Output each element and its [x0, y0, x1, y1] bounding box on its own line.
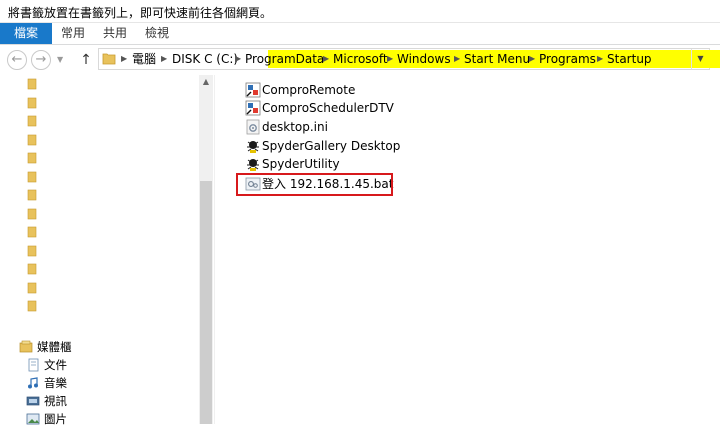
ribbon-tabs: 檔案 常用 共用 檢視: [0, 23, 720, 45]
breadcrumb-start-menu[interactable]: Start Menu: [464, 49, 530, 69]
up-arrow-icon[interactable]: ↑: [78, 51, 94, 69]
highlight-annotation-box: [236, 173, 393, 196]
breadcrumb-microsoft[interactable]: Microsoft: [333, 49, 388, 69]
spyder-shortcut-icon: [247, 141, 259, 153]
nav-item-music[interactable]: 音樂: [0, 374, 199, 392]
back-arrow-icon[interactable]: ←: [7, 50, 27, 70]
folder-icon[interactable]: [27, 245, 37, 257]
settings-file-icon: [246, 119, 260, 135]
file-name: SpyderGallery Desktop: [262, 139, 401, 153]
scrollbar-thumb[interactable]: [200, 181, 212, 424]
breadcrumb-startup[interactable]: Startup: [607, 49, 652, 69]
folder-icon: [102, 53, 116, 65]
folder-icon[interactable]: [27, 152, 37, 164]
spyder-shortcut-icon: [247, 159, 259, 171]
breadcrumb-windows[interactable]: Windows: [397, 49, 451, 69]
app-shortcut-icon: [245, 82, 261, 98]
breadcrumb-separator-icon[interactable]: ▶: [121, 49, 127, 69]
tab-home[interactable]: 常用: [52, 23, 94, 44]
documents-label: 文件: [44, 358, 67, 372]
breadcrumb-separator-icon[interactable]: ▶: [323, 49, 329, 69]
nav-item-videos[interactable]: 視訊: [0, 392, 199, 410]
folder-icon[interactable]: [27, 300, 37, 312]
breadcrumb-separator-icon[interactable]: ▶: [387, 49, 393, 69]
folder-icon[interactable]: [27, 115, 37, 127]
pictures-label: 圖片: [44, 412, 67, 426]
scroll-up-arrow-icon[interactable]: ▲: [199, 75, 213, 89]
videos-label: 視訊: [44, 394, 67, 408]
folder-icon[interactable]: [27, 78, 37, 90]
breadcrumb-separator-icon[interactable]: ▶: [161, 49, 167, 69]
file-name: SpyderUtility: [262, 157, 340, 171]
nav-item-pictures[interactable]: 圖片: [0, 410, 199, 428]
navigation-pane: 媒體櫃 文件 音樂 視訊 圖片 ▲: [0, 75, 214, 426]
tab-share[interactable]: 共用: [94, 23, 136, 44]
breadcrumb-programdata[interactable]: ProgramData: [245, 49, 324, 69]
folder-icon[interactable]: [27, 263, 37, 275]
breadcrumb-separator-icon[interactable]: ▶: [529, 49, 535, 69]
folder-icon[interactable]: [27, 282, 37, 294]
folder-icon[interactable]: [27, 189, 37, 201]
forward-arrow-icon[interactable]: →: [31, 50, 51, 70]
file-name: ComproRemote: [262, 83, 356, 97]
libraries-icon: [19, 340, 33, 353]
navigation-pane-scrollbar[interactable]: ▲: [199, 75, 213, 424]
bookmark-hint: 將書籤放置在書籤列上，即可快速前往各個網頁。: [0, 0, 720, 23]
music-icon: [28, 377, 38, 389]
breadcrumb-separator-icon[interactable]: ▶: [235, 49, 241, 69]
folder-icon[interactable]: [27, 208, 37, 220]
nav-item-libraries[interactable]: 媒體櫃: [0, 338, 199, 356]
address-history-chevron-icon[interactable]: ▼: [691, 49, 709, 69]
folder-icon[interactable]: [27, 134, 37, 146]
breadcrumb-programs[interactable]: Programs: [539, 49, 596, 69]
file-name: desktop.ini: [262, 120, 328, 134]
music-label: 音樂: [44, 376, 67, 390]
file-list: ComproRemote ComproSchedulerDTV desktop.…: [215, 75, 720, 424]
recent-locations-chevron-icon[interactable]: ▼: [57, 53, 67, 67]
file-name: ComproSchedulerDTV: [262, 101, 394, 115]
address-bar[interactable]: ▶ 電腦 ▶ DISK C (C:) ▶ ProgramData ▶ Micro…: [98, 48, 720, 70]
tab-file[interactable]: 檔案: [0, 23, 52, 44]
libraries-label: 媒體櫃: [37, 340, 72, 354]
breadcrumb-computer[interactable]: 電腦: [132, 49, 156, 69]
folder-icon[interactable]: [27, 226, 37, 238]
breadcrumb-separator-icon[interactable]: ▶: [597, 49, 603, 69]
video-icon: [26, 396, 40, 406]
documents-icon: [28, 358, 39, 372]
breadcrumb-separator-icon[interactable]: ▶: [454, 49, 460, 69]
app-shortcut-icon: [245, 100, 261, 116]
breadcrumb-disk-c[interactable]: DISK C (C:): [172, 49, 238, 69]
folder-icon[interactable]: [27, 171, 37, 183]
nav-item-documents[interactable]: 文件: [0, 356, 199, 374]
tab-view[interactable]: 檢視: [136, 23, 178, 44]
folder-icon[interactable]: [27, 97, 37, 109]
